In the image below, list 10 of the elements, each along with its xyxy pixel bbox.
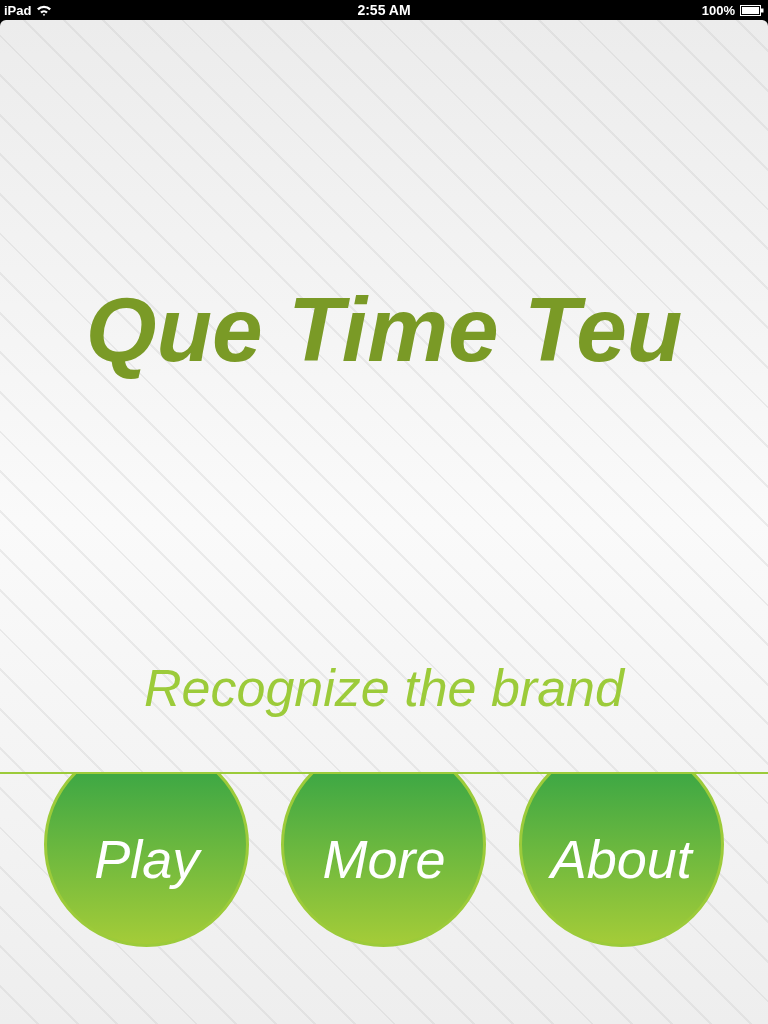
clock-time: 2:55 AM (357, 2, 411, 18)
device-name: iPad (4, 2, 32, 18)
battery-icon (740, 4, 764, 16)
app-subtitle: Recognize the brand (143, 660, 627, 719)
menu-button[interactable]: More (281, 774, 487, 947)
menu-button[interactable]: Play (44, 774, 250, 947)
app-title: Que Time Teu (85, 278, 683, 382)
menu-button[interactable]: About (518, 774, 724, 947)
wifi-icon (36, 4, 53, 16)
battery-percent: 100% (701, 2, 735, 18)
